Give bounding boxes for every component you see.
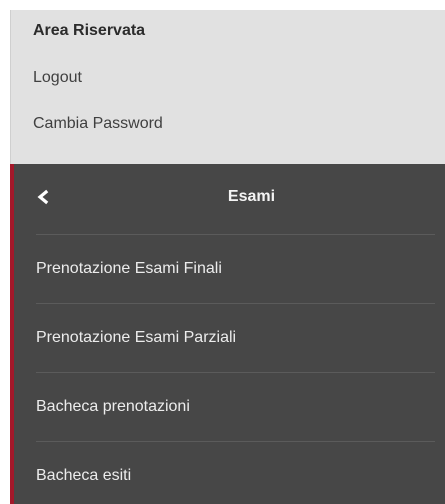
menu-item-label: Prenotazione Esami Finali — [36, 260, 222, 277]
account-section-title: Area Riservata — [33, 22, 146, 39]
submenu-title: Esami — [227, 188, 276, 205]
account-section: Area Riservata Logout Cambia Password — [10, 10, 445, 164]
menu-item-bacheca-prenotazioni[interactable]: Bacheca prenotazioni — [14, 372, 445, 440]
change-password-link[interactable]: Cambia Password — [33, 115, 163, 133]
submenu-header: Esami — [14, 164, 445, 234]
menu-item-label: Bacheca prenotazioni — [36, 398, 190, 415]
menu-item-label: Prenotazione Esami Parziali — [36, 329, 237, 346]
sidebar-menu: Area Riservata Logout Cambia Password Es… — [10, 10, 445, 504]
menu-item-prenotazione-esami-finali[interactable]: Prenotazione Esami Finali — [14, 234, 445, 302]
exams-submenu: Esami Prenotazione Esami Finali Prenotaz… — [10, 164, 445, 504]
logout-link[interactable]: Logout — [33, 69, 82, 87]
menu-item-bacheca-esiti[interactable]: Bacheca esiti — [14, 441, 445, 504]
menu-item-prenotazione-esami-parziali[interactable]: Prenotazione Esami Parziali — [14, 303, 445, 371]
menu-item-label: Bacheca esiti — [36, 467, 132, 484]
